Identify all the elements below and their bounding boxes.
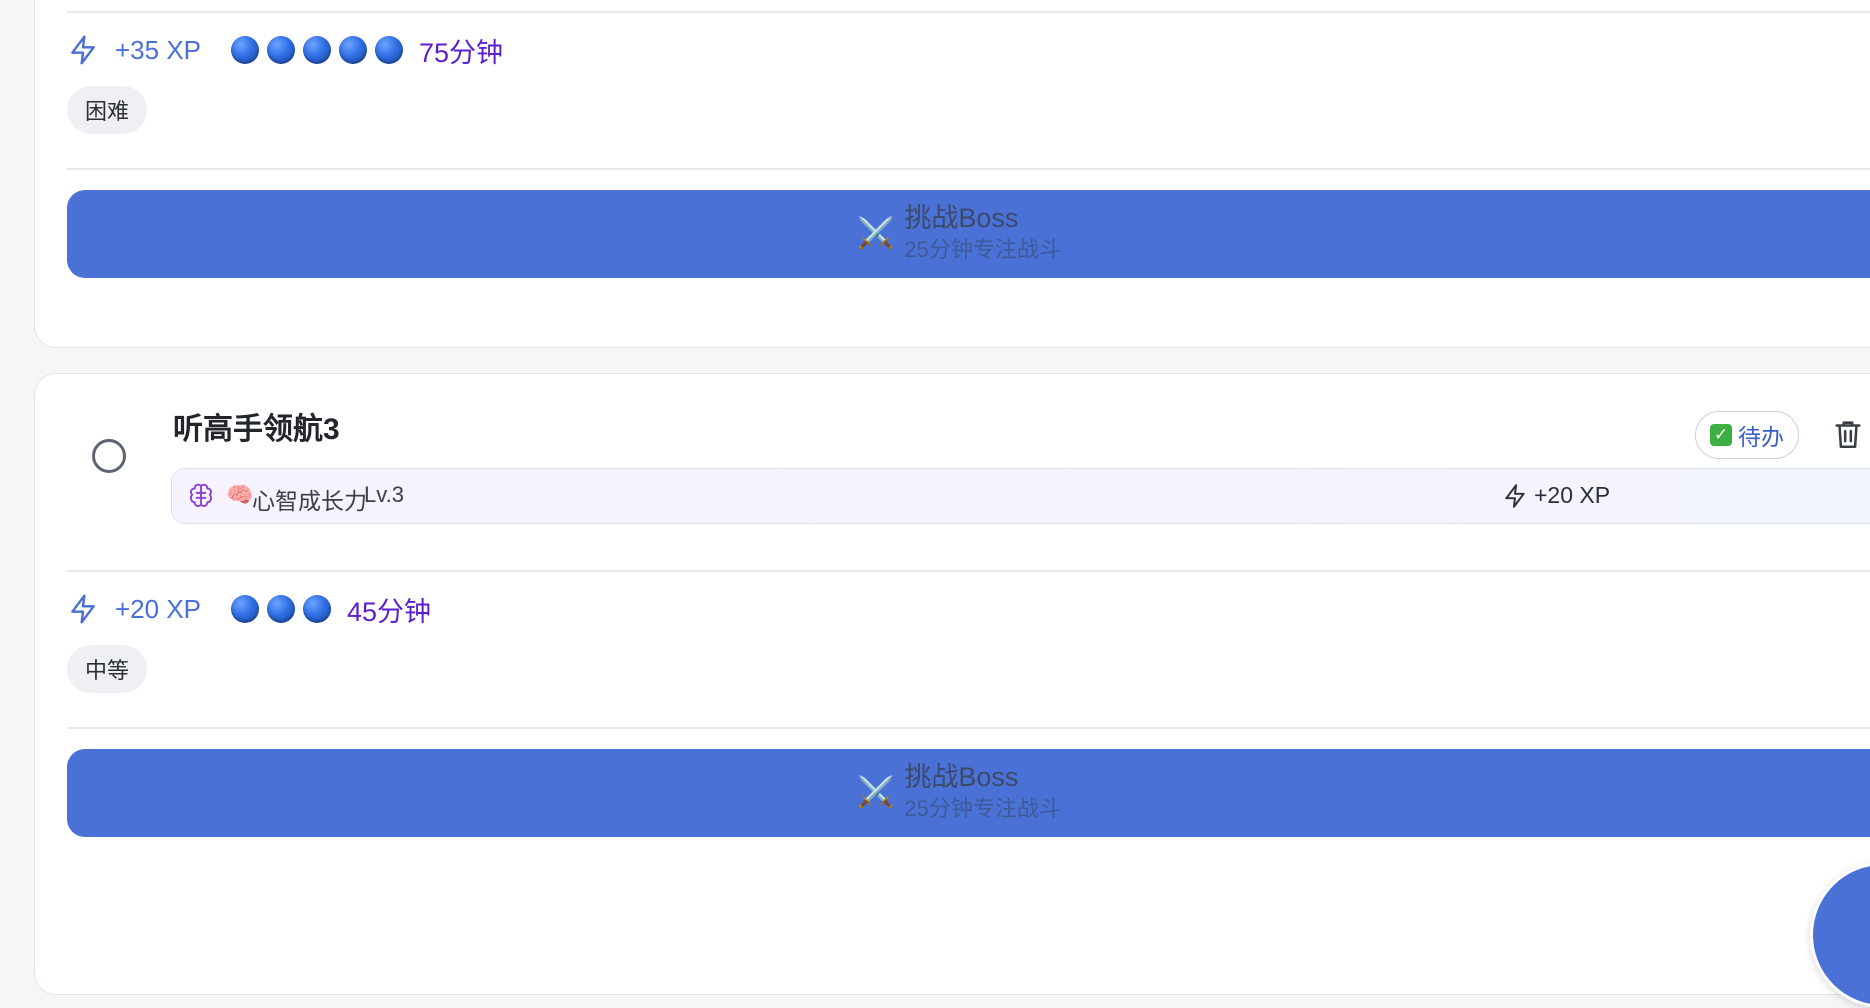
divider: [67, 727, 1870, 729]
reward-row: +35 XP 75分钟: [67, 32, 503, 68]
lightning-icon: [1505, 483, 1525, 508]
skill-level: Lv.3: [364, 482, 404, 507]
lightning-icon: [71, 594, 95, 624]
duration: 45分钟: [347, 596, 432, 627]
boss-button-title: 挑战Boss: [904, 203, 1019, 233]
challenge-boss-button[interactable]: ⚔️ 挑战Boss 25分钟专注战斗: [67, 190, 1870, 278]
difficulty-badge: 中等: [67, 645, 148, 693]
crossed-swords-icon: ⚔️: [857, 776, 895, 809]
brain-emoji-icon: 🧠: [226, 482, 254, 507]
skill-xp: +20 XP: [1502, 482, 1610, 509]
trash-icon[interactable]: [1831, 417, 1865, 451]
difficulty-badge: 困难: [67, 86, 148, 134]
energy-dot: [339, 36, 368, 64]
challenge-boss-button[interactable]: ⚔️ 挑战Boss 25分钟专注战斗: [67, 749, 1870, 837]
check-mark-icon: ✓: [1710, 424, 1732, 446]
boss-button-title: 挑战Boss: [904, 762, 1019, 792]
task-card: 听高手领航3 ✓ 待办 🧠 心智成长力 Lv.3 +20 XP +20 XP 4…: [34, 373, 1870, 995]
divider: [67, 11, 1870, 13]
energy-dot: [303, 36, 332, 64]
divider: [67, 168, 1870, 170]
crossed-swords-icon: ⚔️: [857, 217, 895, 250]
energy-dot: [303, 595, 332, 623]
skill-name: 心智成长力: [252, 488, 367, 514]
status-badge[interactable]: ✓ 待办: [1695, 411, 1799, 459]
energy-dot: [267, 36, 296, 64]
task-card: +35 XP 75分钟 困难 ⚔️ 挑战Boss 25分钟专注战斗: [34, 0, 1870, 348]
status-label: 待办: [1738, 424, 1784, 450]
reward-row: +20 XP 45分钟: [67, 591, 431, 627]
boss-button-subtitle: 25分钟专注战斗: [904, 237, 1061, 262]
skill-xp-value: +20 XP: [1534, 482, 1611, 508]
complete-checkbox[interactable]: [92, 439, 126, 473]
task-title: 听高手领航3: [173, 413, 340, 446]
xp-reward: +35 XP: [115, 34, 202, 65]
energy-dots: [231, 595, 339, 623]
energy-dot: [267, 595, 296, 623]
duration: 75分钟: [419, 37, 504, 68]
divider: [67, 570, 1870, 572]
energy-dot: [375, 36, 404, 64]
boss-button-subtitle: 25分钟专注战斗: [904, 796, 1061, 821]
energy-dot: [231, 36, 260, 64]
lightning-icon: [71, 35, 95, 65]
skill-tag: 🧠 心智成长力 Lv.3 +20 XP: [171, 468, 1870, 524]
boss-button-content: ⚔️ 挑战Boss 25分钟专注战斗: [857, 761, 1061, 823]
energy-dot: [231, 595, 260, 623]
brain-icon: [190, 483, 212, 507]
boss-button-content: ⚔️ 挑战Boss 25分钟专注战斗: [857, 202, 1061, 264]
energy-dots: [231, 36, 411, 64]
xp-reward: +20 XP: [115, 593, 202, 624]
